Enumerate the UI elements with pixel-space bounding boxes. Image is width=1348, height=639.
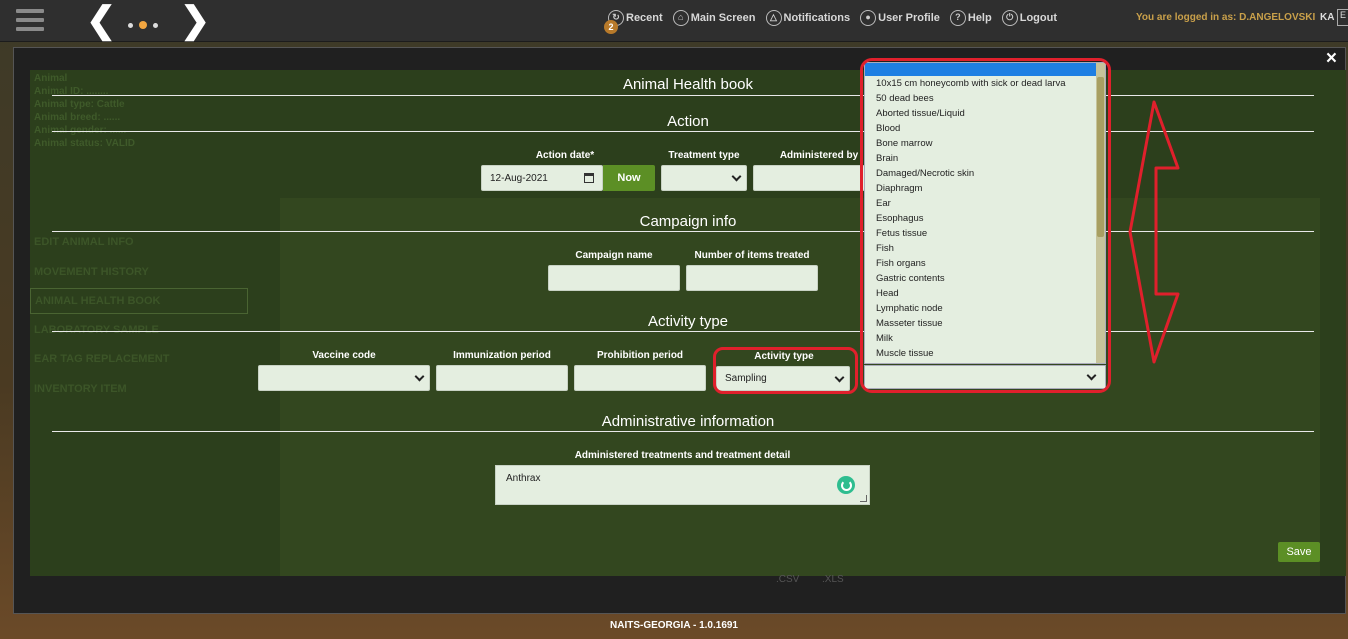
back-arrow-icon[interactable]: ❮ xyxy=(86,2,116,38)
arrow-shape xyxy=(1128,100,1180,364)
main-screen-label: Main Screen xyxy=(690,12,756,24)
divider xyxy=(52,331,1314,332)
vaccine-code-label: Vaccine code xyxy=(312,350,376,361)
divider xyxy=(52,231,1314,232)
immunization-period-input[interactable] xyxy=(436,365,568,391)
help-icon: ? xyxy=(949,10,966,26)
notifications-label: Notifications xyxy=(783,12,851,24)
power-icon: ⏻ xyxy=(1001,10,1018,26)
top-menu: ↻ 2 Recent ⌂ Main Screen △ Notifications… xyxy=(604,10,1057,34)
bg-menu-animal-health-book: ANIMAL HEALTH BOOK xyxy=(30,288,248,314)
items-treated-label: Number of items treated xyxy=(694,250,810,261)
hamburger-menu-icon[interactable] xyxy=(16,9,44,33)
calendar-icon[interactable] xyxy=(584,173,594,183)
home-icon: ⌂ xyxy=(672,10,689,26)
treatment-detail-value: Anthrax xyxy=(506,473,541,484)
export-xls-link: .XLS xyxy=(822,574,844,585)
items-treated-input[interactable] xyxy=(686,265,818,291)
divider xyxy=(52,95,1314,96)
bg-menu-movement-history: MOVEMENT HISTORY xyxy=(34,266,149,278)
user-profile-menu[interactable]: ● User Profile xyxy=(860,10,940,26)
help-menu[interactable]: ? Help xyxy=(949,10,992,26)
treatment-detail-label: Administered treatments and treatment de… xyxy=(574,450,791,461)
recent-badge: 2 xyxy=(604,20,618,34)
bg-menu-edit-animal-info: EDIT ANIMAL INFO xyxy=(34,236,134,248)
action-date-input[interactable]: 12-Aug-2021 xyxy=(481,165,603,191)
action-date-label: Action date* xyxy=(535,150,595,161)
treatment-type-label: Treatment type xyxy=(668,150,740,161)
carousel-dots xyxy=(128,21,158,29)
chevron-down-icon xyxy=(731,171,742,182)
save-button[interactable]: Save xyxy=(1278,542,1320,562)
treatment-detail-textarea[interactable]: Anthrax xyxy=(495,465,870,505)
footer-version: NAITS-GEORGIA - 1.0.1691 xyxy=(610,620,738,631)
divider xyxy=(52,131,1314,132)
logged-in-user: You are logged in as: D.ANGELOVSKI xyxy=(1136,12,1316,23)
prohibition-period-label: Prohibition period xyxy=(596,350,684,361)
grammar-check-icon[interactable] xyxy=(837,476,855,494)
notifications-menu[interactable]: △ Notifications xyxy=(765,10,851,26)
divider xyxy=(52,431,1314,432)
user-profile-label: User Profile xyxy=(878,12,940,24)
logout-label: Logout xyxy=(1019,12,1057,24)
logout-menu[interactable]: ⏻ Logout xyxy=(1001,10,1057,26)
top-bar: ❮ ❯ ↻ 2 Recent ⌂ Main Screen △ Notificat… xyxy=(0,0,1348,42)
main-screen-menu[interactable]: ⌂ Main Screen xyxy=(672,10,756,26)
export-csv-link: .CSV xyxy=(776,574,800,585)
highlight-activity-type xyxy=(713,347,858,394)
treatment-type-select[interactable] xyxy=(661,165,747,191)
immunization-period-label: Immunization period xyxy=(453,350,551,361)
recent-menu[interactable]: ↻ 2 Recent xyxy=(604,10,663,34)
vaccine-code-select[interactable] xyxy=(258,365,430,391)
red-arrow-annotation xyxy=(1128,100,1180,364)
prohibition-period-input[interactable] xyxy=(574,365,706,391)
modal-title: Animal Health book xyxy=(622,76,754,93)
bg-menu-ear-tag-replacement: EAR TAG REPLACEMENT xyxy=(34,353,170,365)
help-label: Help xyxy=(967,12,992,24)
campaign-name-input[interactable] xyxy=(548,265,680,291)
resize-handle[interactable] xyxy=(860,495,867,502)
language-toggle[interactable]: E xyxy=(1337,9,1348,26)
bg-menu-inventory-item: INVENTORY ITEM xyxy=(34,383,127,395)
recent-label: Recent xyxy=(626,12,663,24)
now-button[interactable]: Now xyxy=(603,165,655,191)
administered-by-input[interactable] xyxy=(753,165,865,191)
section-admin-title: Administrative information xyxy=(601,413,775,430)
forward-arrow-icon[interactable]: ❯ xyxy=(180,2,210,38)
campaign-name-label: Campaign name xyxy=(575,250,653,261)
close-icon[interactable]: × xyxy=(1326,48,1337,70)
chevron-down-icon xyxy=(414,371,425,382)
user-icon: ● xyxy=(860,10,877,26)
action-date-value: 12-Aug-2021 xyxy=(490,172,548,184)
highlight-dropdown xyxy=(860,58,1111,393)
language-code[interactable]: KA xyxy=(1320,12,1334,23)
bell-icon: △ xyxy=(765,10,782,26)
